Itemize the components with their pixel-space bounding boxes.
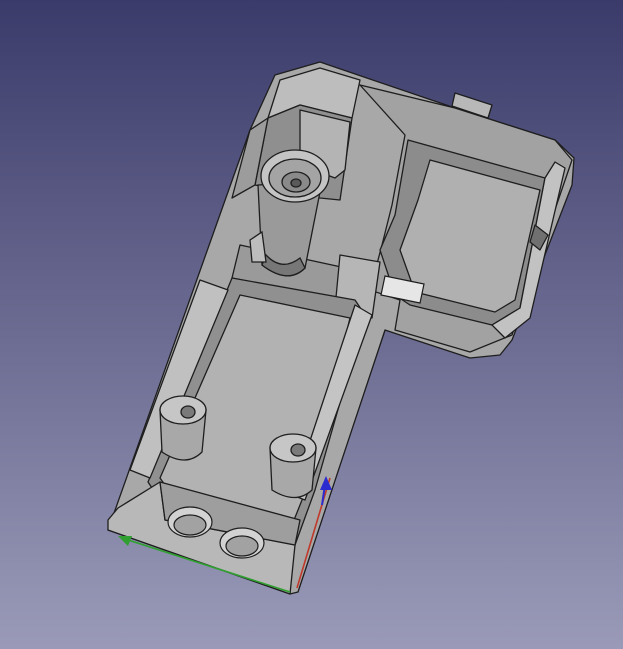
standoff-post-right bbox=[269, 433, 317, 499]
standoff-post-left bbox=[159, 395, 207, 461]
cad-part-model[interactable] bbox=[0, 0, 623, 649]
countersunk-hole-left bbox=[167, 506, 213, 538]
countersunk-hole-right bbox=[219, 527, 265, 559]
3d-viewport[interactable] bbox=[0, 0, 623, 649]
